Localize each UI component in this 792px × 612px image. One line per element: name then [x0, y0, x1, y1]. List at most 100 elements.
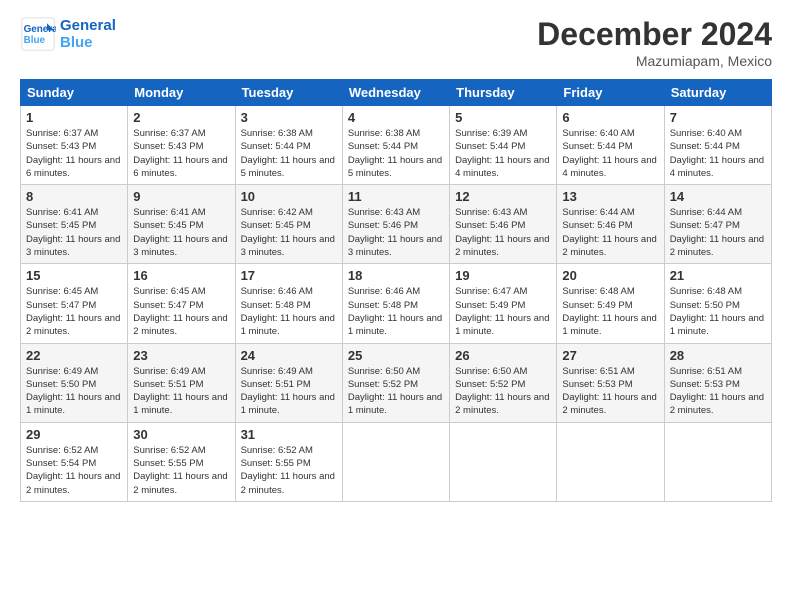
day-number: 17 — [241, 268, 337, 283]
day-info: Sunrise: 6:45 AMSunset: 5:47 PMDaylight:… — [26, 285, 122, 338]
calendar-header-thursday: Thursday — [450, 80, 557, 106]
day-info: Sunrise: 6:44 AMSunset: 5:46 PMDaylight:… — [562, 206, 658, 259]
calendar-cell: 22 Sunrise: 6:49 AMSunset: 5:50 PMDayligh… — [21, 343, 128, 422]
calendar-header-monday: Monday — [128, 80, 235, 106]
day-number: 3 — [241, 110, 337, 125]
month-title: December 2024 — [537, 16, 772, 53]
day-info: Sunrise: 6:51 AMSunset: 5:53 PMDaylight:… — [562, 365, 658, 418]
day-info: Sunrise: 6:41 AMSunset: 5:45 PMDaylight:… — [133, 206, 229, 259]
page: General Blue General Blue December 2024 … — [0, 0, 792, 612]
calendar-cell: 2 Sunrise: 6:37 AMSunset: 5:43 PMDaylight… — [128, 106, 235, 185]
calendar-cell: 23 Sunrise: 6:49 AMSunset: 5:51 PMDayligh… — [128, 343, 235, 422]
day-number: 26 — [455, 348, 551, 363]
day-info: Sunrise: 6:43 AMSunset: 5:46 PMDaylight:… — [348, 206, 444, 259]
day-number: 25 — [348, 348, 444, 363]
day-info: Sunrise: 6:51 AMSunset: 5:53 PMDaylight:… — [670, 365, 766, 418]
day-info: Sunrise: 6:48 AMSunset: 5:50 PMDaylight:… — [670, 285, 766, 338]
day-number: 2 — [133, 110, 229, 125]
day-info: Sunrise: 6:37 AMSunset: 5:43 PMDaylight:… — [26, 127, 122, 180]
calendar-header-row: SundayMondayTuesdayWednesdayThursdayFrid… — [21, 80, 772, 106]
day-number: 8 — [26, 189, 122, 204]
calendar-cell: 20 Sunrise: 6:48 AMSunset: 5:49 PMDayligh… — [557, 264, 664, 343]
logo-icon: General Blue — [20, 16, 56, 52]
day-info: Sunrise: 6:49 AMSunset: 5:51 PMDaylight:… — [133, 365, 229, 418]
day-number: 27 — [562, 348, 658, 363]
calendar-week-row: 8 Sunrise: 6:41 AMSunset: 5:45 PMDaylight… — [21, 185, 772, 264]
day-info: Sunrise: 6:52 AMSunset: 5:54 PMDaylight:… — [26, 444, 122, 497]
day-info: Sunrise: 6:37 AMSunset: 5:43 PMDaylight:… — [133, 127, 229, 180]
day-number: 19 — [455, 268, 551, 283]
calendar-cell: 3Sunrise: 6:38 AMSunset: 5:44 PMDaylight… — [235, 106, 342, 185]
day-info: Sunrise: 6:52 AMSunset: 5:55 PMDaylight:… — [133, 444, 229, 497]
day-info: Sunrise: 6:43 AMSunset: 5:46 PMDaylight:… — [455, 206, 551, 259]
calendar-cell: 24Sunrise: 6:49 AMSunset: 5:51 PMDayligh… — [235, 343, 342, 422]
day-number: 29 — [26, 427, 122, 442]
calendar-header-sunday: Sunday — [21, 80, 128, 106]
day-number: 21 — [670, 268, 766, 283]
day-info: Sunrise: 6:40 AMSunset: 5:44 PMDaylight:… — [670, 127, 766, 180]
calendar-header-saturday: Saturday — [664, 80, 771, 106]
day-number: 11 — [348, 189, 444, 204]
day-number: 4 — [348, 110, 444, 125]
day-number: 24 — [241, 348, 337, 363]
day-info: Sunrise: 6:50 AMSunset: 5:52 PMDaylight:… — [348, 365, 444, 418]
day-number: 30 — [133, 427, 229, 442]
day-info: Sunrise: 6:48 AMSunset: 5:49 PMDaylight:… — [562, 285, 658, 338]
day-info: Sunrise: 6:46 AMSunset: 5:48 PMDaylight:… — [241, 285, 337, 338]
calendar-cell: 25 Sunrise: 6:50 AMSunset: 5:52 PMDayligh… — [342, 343, 449, 422]
calendar-cell: 27 Sunrise: 6:51 AMSunset: 5:53 PMDayligh… — [557, 343, 664, 422]
logo-text: General Blue — [60, 17, 116, 51]
day-number: 28 — [670, 348, 766, 363]
calendar-cell: 31 Sunrise: 6:52 AMSunset: 5:55 PMDayligh… — [235, 422, 342, 501]
calendar-cell: 18 Sunrise: 6:46 AMSunset: 5:48 PMDayligh… — [342, 264, 449, 343]
day-number: 15 — [26, 268, 122, 283]
calendar-header-friday: Friday — [557, 80, 664, 106]
calendar-cell: 4 Sunrise: 6:38 AMSunset: 5:44 PMDaylight… — [342, 106, 449, 185]
day-info: Sunrise: 6:52 AMSunset: 5:55 PMDaylight:… — [241, 444, 337, 497]
calendar-cell: 11 Sunrise: 6:43 AMSunset: 5:46 PMDayligh… — [342, 185, 449, 264]
day-number: 20 — [562, 268, 658, 283]
calendar-week-row: 29 Sunrise: 6:52 AMSunset: 5:54 PMDayligh… — [21, 422, 772, 501]
calendar-cell: 29 Sunrise: 6:52 AMSunset: 5:54 PMDayligh… — [21, 422, 128, 501]
calendar-cell: 16 Sunrise: 6:45 AMSunset: 5:47 PMDayligh… — [128, 264, 235, 343]
calendar-cell: 14Sunrise: 6:44 AMSunset: 5:47 PMDayligh… — [664, 185, 771, 264]
logo: General Blue General Blue — [20, 16, 116, 52]
calendar-cell: 9 Sunrise: 6:41 AMSunset: 5:45 PMDaylight… — [128, 185, 235, 264]
calendar-cell: 5Sunrise: 6:39 AMSunset: 5:44 PMDaylight… — [450, 106, 557, 185]
day-info: Sunrise: 6:38 AMSunset: 5:44 PMDaylight:… — [348, 127, 444, 180]
day-number: 31 — [241, 427, 337, 442]
day-number: 16 — [133, 268, 229, 283]
day-info: Sunrise: 6:45 AMSunset: 5:47 PMDaylight:… — [133, 285, 229, 338]
calendar-cell: 8 Sunrise: 6:41 AMSunset: 5:45 PMDaylight… — [21, 185, 128, 264]
day-info: Sunrise: 6:50 AMSunset: 5:52 PMDaylight:… — [455, 365, 551, 418]
calendar-cell: 17 Sunrise: 6:46 AMSunset: 5:48 PMDayligh… — [235, 264, 342, 343]
calendar-week-row: 1 Sunrise: 6:37 AMSunset: 5:43 PMDaylight… — [21, 106, 772, 185]
calendar-header-tuesday: Tuesday — [235, 80, 342, 106]
day-number: 7 — [670, 110, 766, 125]
day-number: 1 — [26, 110, 122, 125]
calendar-cell: 7 Sunrise: 6:40 AMSunset: 5:44 PMDaylight… — [664, 106, 771, 185]
day-number: 13 — [562, 189, 658, 204]
calendar-cell: 28 Sunrise: 6:51 AMSunset: 5:53 PMDayligh… — [664, 343, 771, 422]
calendar-cell: 19 Sunrise: 6:47 AMSunset: 5:49 PMDayligh… — [450, 264, 557, 343]
day-info: Sunrise: 6:44 AMSunset: 5:47 PMDaylight:… — [670, 206, 766, 259]
day-info: Sunrise: 6:47 AMSunset: 5:49 PMDaylight:… — [455, 285, 551, 338]
calendar-cell: 10 Sunrise: 6:42 AMSunset: 5:45 PMDayligh… — [235, 185, 342, 264]
day-number: 23 — [133, 348, 229, 363]
day-info: Sunrise: 6:46 AMSunset: 5:48 PMDaylight:… — [348, 285, 444, 338]
day-number: 22 — [26, 348, 122, 363]
day-number: 18 — [348, 268, 444, 283]
day-info: Sunrise: 6:40 AMSunset: 5:44 PMDaylight:… — [562, 127, 658, 180]
day-info: Sunrise: 6:41 AMSunset: 5:45 PMDaylight:… — [26, 206, 122, 259]
day-number: 12 — [455, 189, 551, 204]
calendar-cell: 30 Sunrise: 6:52 AMSunset: 5:55 PMDayligh… — [128, 422, 235, 501]
day-info: Sunrise: 6:42 AMSunset: 5:45 PMDaylight:… — [241, 206, 337, 259]
day-number: 10 — [241, 189, 337, 204]
calendar-week-row: 15 Sunrise: 6:45 AMSunset: 5:47 PMDayligh… — [21, 264, 772, 343]
svg-text:Blue: Blue — [24, 35, 46, 46]
title-block: December 2024 Mazumiapam, Mexico — [537, 16, 772, 69]
calendar-cell: 21 Sunrise: 6:48 AMSunset: 5:50 PMDayligh… — [664, 264, 771, 343]
calendar-cell: 1 Sunrise: 6:37 AMSunset: 5:43 PMDaylight… — [21, 106, 128, 185]
day-info: Sunrise: 6:49 AMSunset: 5:50 PMDaylight:… — [26, 365, 122, 418]
day-number: 9 — [133, 189, 229, 204]
